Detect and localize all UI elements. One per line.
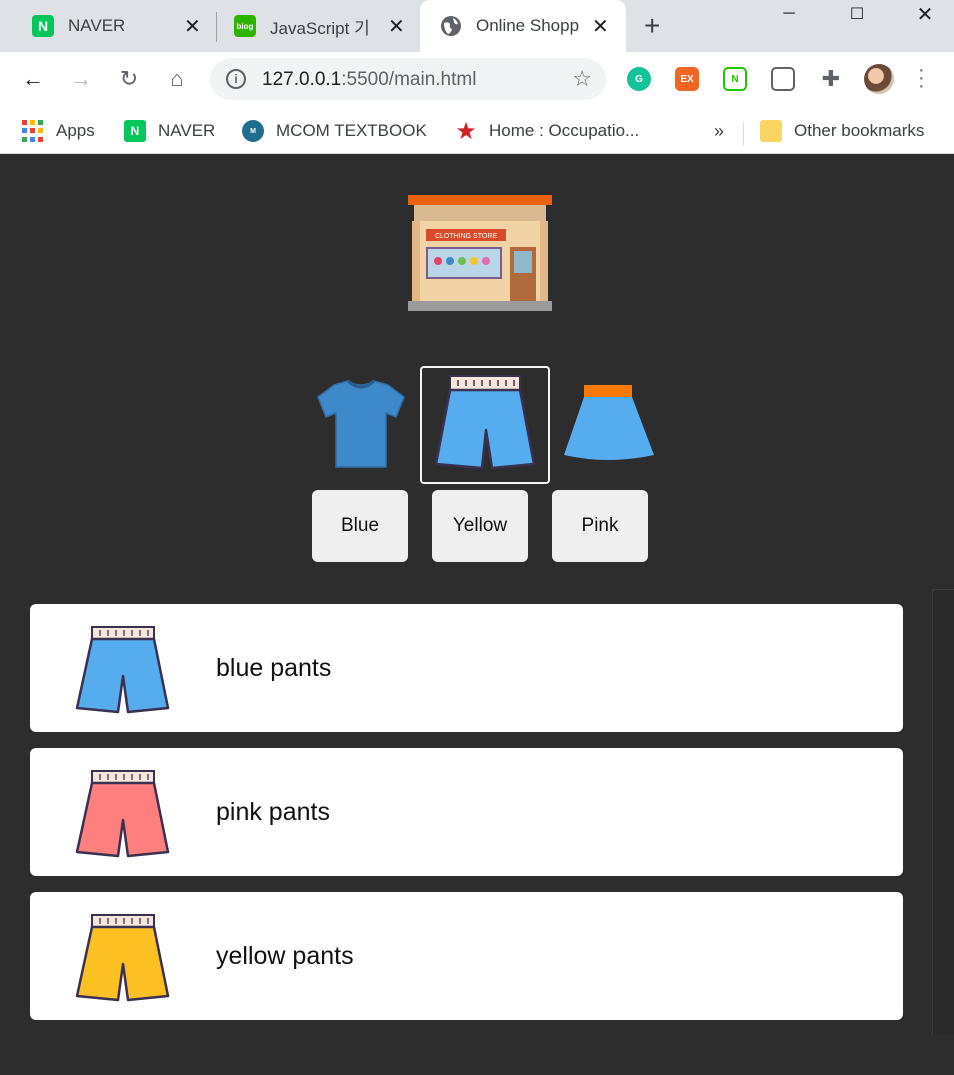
- tab-divider: [216, 12, 217, 42]
- mcom-icon: M: [242, 120, 264, 142]
- bookmark-occupation[interactable]: ★ Home : Occupatio...: [455, 116, 639, 146]
- pants-icon: [75, 626, 170, 714]
- url-text[interactable]: 127.0.0.1:5500/main.html: [262, 69, 476, 91]
- page-content: CLOTHING STORE Blue Yellow Pink blue pan…: [0, 155, 954, 1075]
- apps-icon: [22, 120, 44, 142]
- tab-javascript[interactable]: blog JavaScript 기 ✕: [218, 0, 418, 52]
- grammarly-icon[interactable]: G: [627, 67, 651, 91]
- cast-icon[interactable]: [771, 67, 795, 91]
- naver-icon: N: [124, 120, 146, 142]
- scrollbar[interactable]: [932, 589, 954, 1035]
- pants-icon: [434, 375, 536, 470]
- skirt-icon: [564, 385, 654, 460]
- category-pants-button[interactable]: [420, 366, 550, 484]
- list-item[interactable]: yellow pants: [30, 892, 903, 1020]
- store-logo-icon[interactable]: CLOTHING STORE: [406, 191, 554, 317]
- bookmark-label: Other bookmarks: [794, 121, 925, 140]
- tab-title: JavaScript 기: [270, 18, 370, 38]
- item-label: pink pants: [216, 798, 330, 826]
- tab-naver[interactable]: N NAVER ✕: [0, 0, 216, 52]
- item-label: yellow pants: [216, 942, 354, 970]
- color-pink-button[interactable]: Pink: [552, 490, 648, 562]
- puzzle-icon[interactable]: ✚: [819, 66, 843, 91]
- category-skirt-button[interactable]: [556, 367, 658, 483]
- reload-icon[interactable]: ↻: [114, 64, 144, 94]
- naver-icon: N: [32, 15, 54, 37]
- window-close-icon[interactable]: ✕: [894, 0, 954, 28]
- naver-extension-icon[interactable]: N: [723, 67, 747, 91]
- item-label: blue pants: [216, 654, 332, 682]
- color-yellow-button[interactable]: Yellow: [432, 490, 528, 562]
- bookmark-label: NAVER: [158, 121, 216, 140]
- category-tshirt-button[interactable]: [308, 367, 410, 483]
- pants-icon: [75, 914, 170, 1002]
- extension-ex-icon[interactable]: EX: [675, 67, 699, 91]
- color-blue-button[interactable]: Blue: [312, 490, 408, 562]
- maximize-icon[interactable]: ☐: [826, 0, 888, 28]
- forward-icon[interactable]: →: [66, 64, 96, 94]
- browser-toolbar: ← → ↻ ⌂ i 127.0.0.1:5500/main.html ☆ G E…: [0, 52, 954, 108]
- list-item[interactable]: pink pants: [30, 748, 903, 876]
- menu-icon[interactable]: · · ·: [918, 60, 925, 96]
- blog-icon: blog: [234, 15, 256, 37]
- globe-icon: [440, 15, 462, 37]
- site-info-icon[interactable]: i: [226, 69, 246, 89]
- bookmarks-bar: Apps N NAVER M MCOM TEXTBOOK ★ Home : Oc…: [0, 108, 954, 154]
- bookmarks-overflow-icon[interactable]: »: [714, 116, 724, 146]
- close-icon[interactable]: ✕: [184, 14, 201, 39]
- list-item[interactable]: blue pants: [30, 604, 903, 732]
- avatar[interactable]: [864, 64, 894, 94]
- tab-title: Online Shopp: [476, 16, 580, 35]
- pants-icon: [75, 770, 170, 858]
- close-icon[interactable]: ✕: [592, 14, 609, 39]
- bookmark-label: Apps: [56, 121, 95, 140]
- star-logo-icon: ★: [455, 117, 477, 145]
- bookmark-label: Home : Occupatio...: [489, 121, 640, 140]
- bookmarks-divider: [743, 122, 744, 146]
- minimize-icon[interactable]: ─: [758, 0, 820, 28]
- bookmark-apps[interactable]: Apps: [22, 116, 95, 146]
- tab-online-shop[interactable]: Online Shopp ✕: [420, 0, 626, 52]
- address-bar[interactable]: i 127.0.0.1:5500/main.html ☆: [210, 58, 606, 100]
- bookmark-other[interactable]: Other bookmarks: [760, 116, 924, 146]
- tab-strip: N NAVER ✕ blog JavaScript 기 ✕ Online Sho…: [0, 0, 954, 52]
- svg-text:CLOTHING STORE: CLOTHING STORE: [435, 233, 497, 240]
- bookmark-mcom[interactable]: M MCOM TEXTBOOK: [242, 116, 427, 146]
- home-icon[interactable]: ⌂: [162, 64, 192, 94]
- close-icon[interactable]: ✕: [388, 14, 405, 39]
- bookmark-star-icon[interactable]: ☆: [572, 66, 592, 92]
- bookmark-naver[interactable]: N NAVER: [124, 116, 215, 146]
- bookmark-label: MCOM TEXTBOOK: [276, 121, 427, 140]
- folder-icon: [760, 120, 782, 142]
- tshirt-icon: [317, 379, 405, 468]
- tab-title: NAVER: [68, 16, 126, 35]
- back-icon[interactable]: ←: [18, 64, 48, 94]
- new-tab-icon[interactable]: +: [644, 10, 660, 42]
